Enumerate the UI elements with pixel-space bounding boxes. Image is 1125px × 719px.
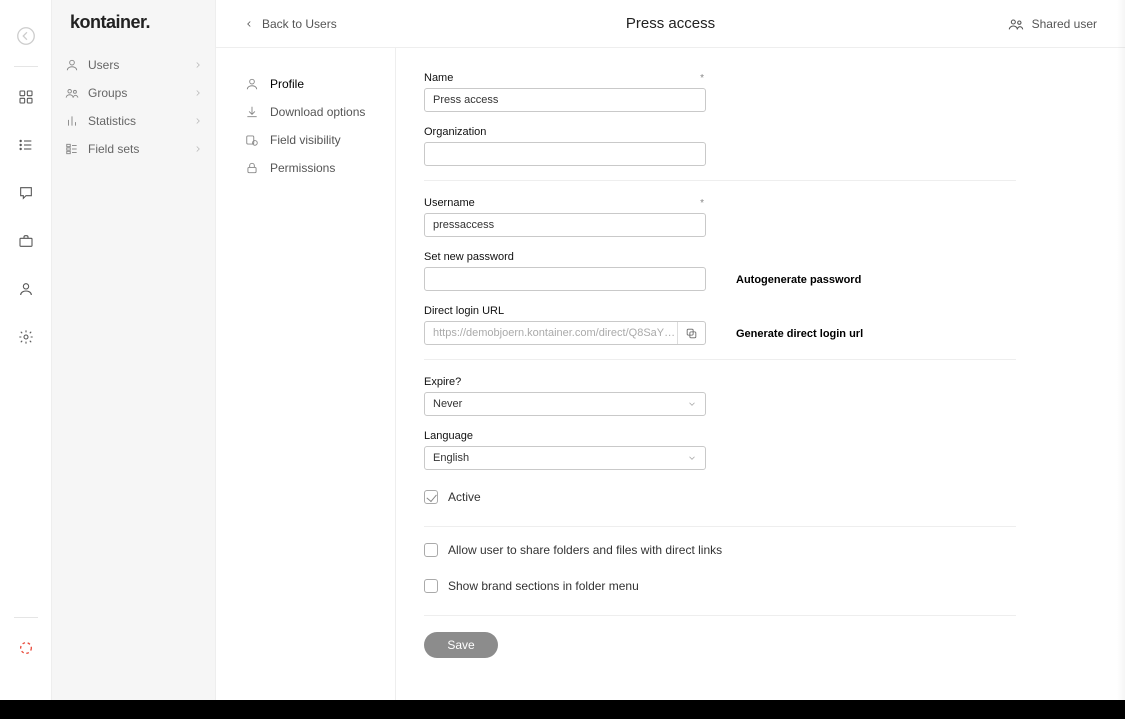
chat-icon[interactable] — [14, 181, 38, 205]
profile-tabs: Profile Download options Field visibilit… — [216, 48, 396, 700]
username-input[interactable] — [424, 213, 706, 237]
list-icon[interactable] — [14, 133, 38, 157]
tab-profile[interactable]: Profile — [216, 70, 395, 98]
eye-icon — [244, 132, 260, 148]
save-button-label: Save — [447, 638, 474, 652]
brand-sections-checkbox-row[interactable]: Show brand sections in folder menu — [424, 579, 1024, 593]
divider — [424, 615, 1016, 616]
chevron-right-icon — [193, 60, 203, 70]
sidebar-item-users[interactable]: Users — [52, 51, 215, 79]
sidebar-item-statistics[interactable]: Statistics — [52, 107, 215, 135]
sidebar-item-fieldsets[interactable]: Field sets — [52, 135, 215, 163]
brand-sections-label: Show brand sections in folder menu — [448, 579, 639, 593]
users-icon — [64, 85, 80, 101]
language-value: English — [433, 452, 469, 464]
language-select[interactable]: English — [424, 446, 706, 470]
icon-rail — [0, 0, 52, 700]
password-label: Set new password — [424, 251, 514, 263]
allow-share-checkbox-row[interactable]: Allow user to share folders and files wi… — [424, 543, 1024, 557]
user-icon[interactable] — [14, 277, 38, 301]
collapse-icon[interactable] — [14, 24, 38, 48]
help-icon[interactable] — [14, 636, 38, 660]
user-type-label: Shared user — [1032, 17, 1097, 31]
window-bottom-bar — [0, 700, 1125, 719]
back-link[interactable]: Back to Users — [244, 17, 337, 31]
users-icon — [1008, 16, 1024, 32]
active-checkbox-row[interactable]: Active — [424, 490, 1024, 504]
sidebar-item-label: Groups — [88, 86, 193, 100]
chevron-down-icon — [687, 453, 697, 463]
tab-label: Profile — [270, 77, 304, 91]
autogenerate-password-link[interactable]: Autogenerate password — [736, 274, 861, 291]
direct-url-value: https://demobjoern.kontainer.com/direct/… — [433, 327, 677, 339]
lock-icon — [244, 160, 260, 176]
chevron-right-icon — [193, 116, 203, 126]
allow-share-checkbox[interactable] — [424, 543, 438, 557]
allow-share-label: Allow user to share folders and files wi… — [448, 543, 722, 557]
save-button[interactable]: Save — [424, 632, 498, 658]
copy-icon — [685, 327, 698, 340]
chevron-right-icon — [193, 144, 203, 154]
user-type-badge: Shared user — [1008, 16, 1097, 32]
user-icon — [244, 76, 260, 92]
name-label: Name — [424, 72, 453, 84]
active-label: Active — [448, 490, 481, 504]
required-marker: * — [700, 198, 706, 209]
page-title: Press access — [216, 15, 1125, 32]
divider — [424, 359, 1016, 360]
tab-label: Permissions — [270, 161, 335, 175]
app-logo: kontainer. — [52, 12, 215, 51]
organization-label: Organization — [424, 126, 486, 138]
topbar: Back to Users Press access Shared user — [216, 0, 1125, 48]
divider — [424, 526, 1016, 527]
tab-field-visibility[interactable]: Field visibility — [216, 126, 395, 154]
direct-url-label: Direct login URL — [424, 305, 504, 317]
back-link-label: Back to Users — [262, 17, 337, 31]
chevron-left-icon — [244, 19, 254, 29]
bar-chart-icon — [64, 113, 80, 129]
organization-input[interactable] — [424, 142, 706, 166]
password-input[interactable] — [424, 267, 706, 291]
expire-value: Never — [433, 398, 462, 410]
sidebar-item-label: Field sets — [88, 142, 193, 156]
profile-form: Name * Organization Username * Set new p… — [396, 48, 1125, 700]
tab-download-options[interactable]: Download options — [216, 98, 395, 126]
sidebar-item-label: Users — [88, 58, 193, 72]
expire-select[interactable]: Never — [424, 392, 706, 416]
generate-url-link[interactable]: Generate direct login url — [736, 328, 863, 345]
language-label: Language — [424, 430, 473, 442]
required-marker: * — [700, 73, 706, 84]
brand-sections-checkbox[interactable] — [424, 579, 438, 593]
briefcase-icon[interactable] — [14, 229, 38, 253]
copy-url-button[interactable] — [677, 322, 705, 344]
direct-url-field: https://demobjoern.kontainer.com/direct/… — [424, 321, 706, 345]
chevron-right-icon — [193, 88, 203, 98]
admin-sidebar: kontainer. Users Groups Statistics Field… — [52, 0, 216, 700]
chevron-down-icon — [687, 399, 697, 409]
expire-label: Expire? — [424, 376, 461, 388]
tab-permissions[interactable]: Permissions — [216, 154, 395, 182]
tab-label: Field visibility — [270, 133, 341, 147]
sidebar-item-groups[interactable]: Groups — [52, 79, 215, 107]
name-input[interactable] — [424, 88, 706, 112]
list-icon — [64, 141, 80, 157]
tab-label: Download options — [270, 105, 365, 119]
dashboard-icon[interactable] — [14, 85, 38, 109]
gear-icon[interactable] — [14, 325, 38, 349]
active-checkbox[interactable] — [424, 490, 438, 504]
user-icon — [64, 57, 80, 73]
download-icon — [244, 104, 260, 120]
sidebar-item-label: Statistics — [88, 114, 193, 128]
divider — [424, 180, 1016, 181]
username-label: Username — [424, 197, 475, 209]
